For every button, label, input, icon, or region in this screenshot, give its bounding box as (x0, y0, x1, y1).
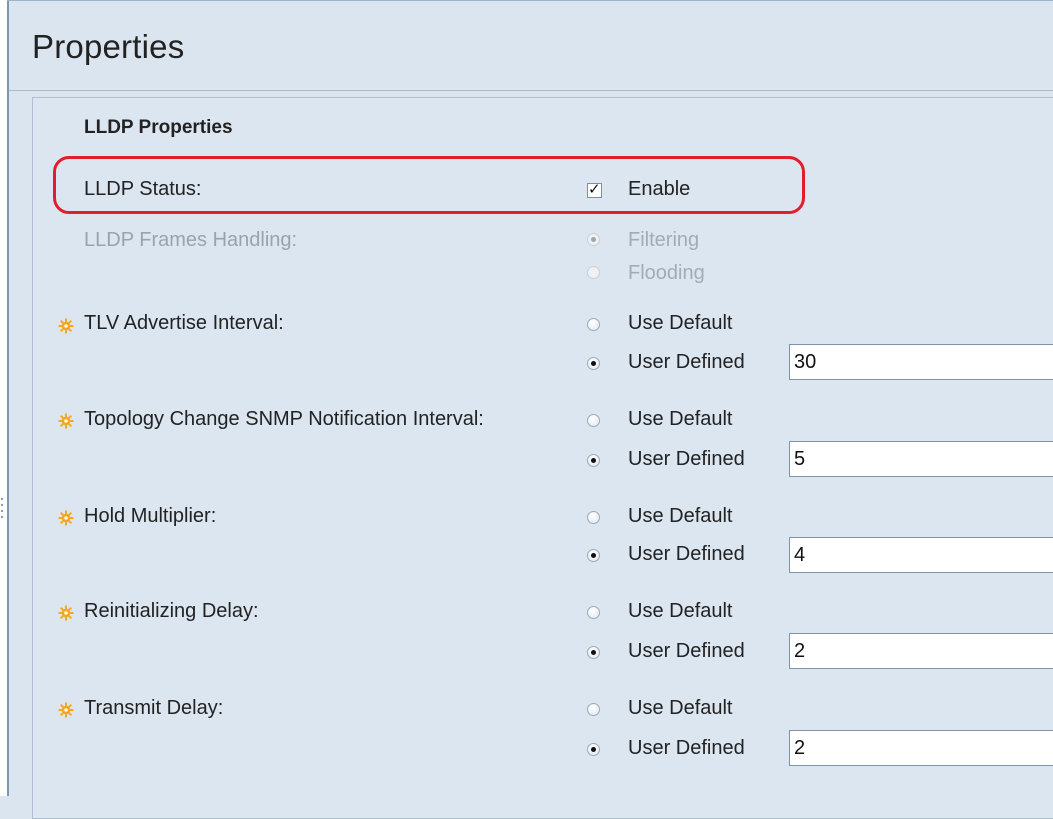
tlv-advertise-interval-input[interactable] (789, 344, 1053, 380)
page-title: Properties (32, 28, 185, 65)
frames-handling-flooding-label: Flooding (628, 262, 705, 284)
transmit-use-default-radio[interactable] (587, 703, 600, 716)
frames-handling-label: LLDP Frames Handling: (84, 229, 298, 251)
reinit-use-default-radio[interactable] (587, 606, 600, 619)
transmit-use-default-label: Use Default (628, 697, 733, 719)
gear-icon (58, 605, 74, 621)
reinit-use-default-label: Use Default (628, 600, 733, 622)
snmp-use-default-radio[interactable] (587, 414, 600, 427)
tlv-user-defined-label: User Defined (628, 351, 745, 373)
frame-top-border (7, 0, 1053, 1)
reinitializing-delay-input[interactable] (789, 633, 1053, 669)
tlv-use-default-label: Use Default (628, 312, 733, 334)
hold-multiplier-label: Hold Multiplier: (84, 505, 217, 527)
frames-handling-flooding-radio[interactable] (587, 266, 600, 279)
section-title: LLDP Properties (84, 117, 233, 138)
page-left-margin (0, 0, 7, 796)
gear-icon (58, 510, 74, 526)
tlv-use-default-radio[interactable] (587, 318, 600, 331)
checkmark-icon: ✓ (588, 181, 601, 198)
tlv-advertise-interval-label: TLV Advertise Interval: (84, 312, 284, 334)
reinitializing-delay-label: Reinitializing Delay: (84, 600, 259, 622)
transmit-delay-label: Transmit Delay: (84, 697, 224, 719)
hold-use-default-label: Use Default (628, 505, 733, 527)
transmit-delay-input[interactable] (789, 730, 1053, 766)
hold-user-defined-label: User Defined (628, 543, 745, 565)
frames-handling-filtering-radio[interactable] (587, 233, 600, 246)
title-divider (9, 90, 1053, 91)
gear-icon (58, 702, 74, 718)
lldp-status-enable-label[interactable]: Enable (628, 178, 690, 201)
tlv-user-defined-radio[interactable] (587, 357, 600, 370)
lldp-status-enable-checkbox[interactable]: ✓ (587, 181, 602, 198)
snmp-user-defined-radio[interactable] (587, 454, 600, 467)
snmp-notification-interval-input[interactable] (789, 441, 1053, 477)
frame-left-border (7, 0, 9, 796)
hold-user-defined-radio[interactable] (587, 549, 600, 562)
transmit-user-defined-label: User Defined (628, 737, 745, 759)
gear-icon (58, 413, 74, 429)
frames-handling-filtering-label: Filtering (628, 229, 700, 251)
hold-multiplier-input[interactable] (789, 537, 1053, 573)
transmit-user-defined-radio[interactable] (587, 743, 600, 756)
reinit-user-defined-radio[interactable] (587, 646, 600, 659)
hold-use-default-radio[interactable] (587, 511, 600, 524)
reinit-user-defined-label: User Defined (628, 640, 745, 662)
gear-icon (58, 318, 74, 334)
snmp-use-default-label: Use Default (628, 408, 733, 430)
splitter-handle[interactable] (0, 495, 4, 525)
lldp-status-label: LLDP Status: (84, 178, 202, 200)
snmp-user-defined-label: User Defined (628, 448, 745, 470)
snmp-notification-interval-label: Topology Change SNMP Notification Interv… (84, 408, 484, 430)
